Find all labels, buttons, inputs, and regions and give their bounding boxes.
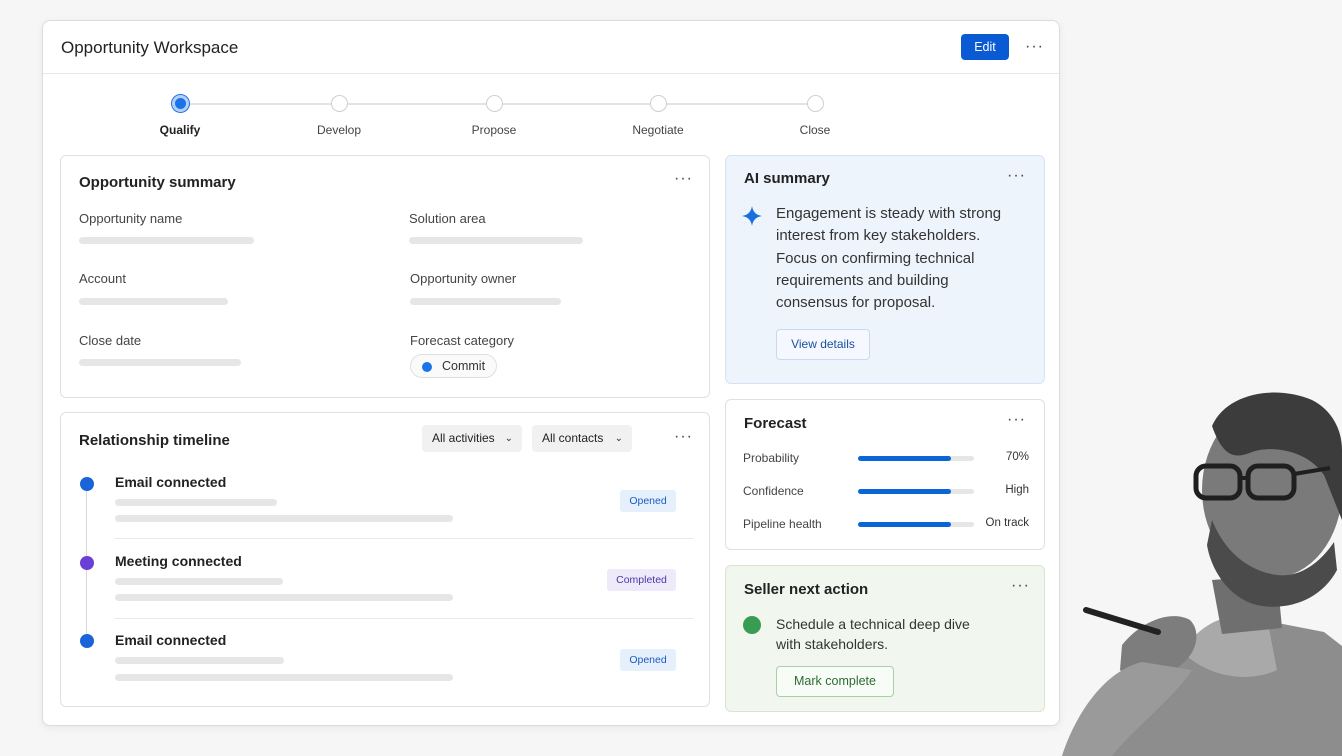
- stage-indicator: [485, 95, 503, 112]
- all-activities-dropdown[interactable]: All activities ⌄: [422, 425, 522, 452]
- page-title: Opportunity Workspace: [61, 38, 239, 57]
- more-options-icon[interactable]: ···: [1025, 39, 1044, 55]
- field-label-forecast-category: Forecast category: [410, 333, 515, 348]
- stage-label: Develop: [316, 123, 362, 137]
- stage-develop[interactable]: Develop: [279, 95, 399, 137]
- forecast-row-probability: Probability 70%: [743, 451, 1029, 467]
- placeholder-bar: [115, 674, 453, 681]
- more-options-icon[interactable]: ···: [1007, 412, 1026, 428]
- opportunity-summary-card: Opportunity summary ··· Opportunity name…: [60, 155, 710, 398]
- status-badge: Opened: [620, 490, 676, 512]
- forecast-row-label: Pipeline health: [743, 517, 822, 531]
- card-title: Seller next action: [744, 581, 869, 598]
- timeline-item-title: Meeting connected: [115, 553, 242, 569]
- status-dot-icon: [422, 362, 432, 372]
- field-label-account: Account: [79, 271, 126, 286]
- forecast-row-pipeline-health: Pipeline health On track: [743, 517, 1029, 533]
- dropdown-label: All activities: [432, 431, 495, 445]
- divider: [115, 538, 693, 539]
- stage-label: Negotiate: [632, 123, 684, 137]
- field-label-opportunity-owner: Opportunity owner: [410, 271, 517, 286]
- ai-summary-card: AI summary ··· Engagement is steady with…: [725, 155, 1045, 384]
- forecast-row-label: Confidence: [743, 484, 804, 498]
- status-dot-icon: [743, 616, 761, 634]
- placeholder-bar: [115, 499, 277, 506]
- stage-indicator: [649, 95, 667, 112]
- timeline-dot-icon: [80, 634, 94, 648]
- stage-negotiate[interactable]: Negotiate: [598, 95, 718, 137]
- progress-fill: [858, 489, 951, 494]
- forecast-card: Forecast ··· Probability 70% Confidence …: [725, 399, 1045, 550]
- timeline-item-title: Email connected: [115, 632, 227, 648]
- chevron-down-icon: ⌄: [504, 433, 513, 444]
- card-title: Opportunity summary: [79, 174, 236, 191]
- forecast-category-pill[interactable]: Commit: [410, 354, 497, 378]
- ai-summary-text: Engagement is steady with strong interes…: [776, 205, 1002, 312]
- progress-fill: [858, 522, 951, 527]
- window-header: Opportunity Workspace Edit ···: [43, 21, 1059, 74]
- placeholder-bar: [115, 578, 283, 585]
- relationship-timeline-card: Relationship timeline All activities ⌄ A…: [60, 412, 710, 707]
- edit-button[interactable]: Edit: [961, 34, 1009, 60]
- field-label-solution-area: Solution area: [409, 211, 486, 226]
- placeholder-bar: [410, 298, 561, 305]
- opportunity-workspace-window: Opportunity Workspace Edit ··· Qualify D…: [42, 20, 1060, 726]
- dropdown-label: All contacts: [542, 431, 604, 445]
- timeline-item-title: Email connected: [115, 474, 227, 490]
- placeholder-bar: [79, 237, 254, 244]
- timeline-dot-icon: [80, 556, 94, 570]
- card-title: AI summary: [744, 170, 830, 187]
- forecast-row-label: Probability: [743, 451, 800, 465]
- status-badge: Opened: [620, 649, 676, 671]
- stage-close[interactable]: Close: [755, 95, 875, 137]
- timeline-dot-icon: [80, 477, 94, 491]
- stage-indicator: [330, 95, 348, 112]
- placeholder-bar: [115, 657, 284, 664]
- forecast-row-value: On track: [985, 517, 1029, 529]
- card-title: Relationship timeline: [79, 432, 230, 449]
- field-label-close-date: Close date: [79, 333, 142, 348]
- more-options-icon[interactable]: ···: [674, 171, 693, 187]
- progress-track: [858, 456, 974, 461]
- placeholder-bar: [79, 298, 228, 305]
- stage-label: Close: [799, 123, 831, 137]
- stage-label: Propose: [471, 123, 517, 137]
- placeholder-bar: [79, 359, 241, 366]
- seller-next-action-card: Seller next action ··· Schedule a techni…: [725, 565, 1045, 712]
- sparkle-icon: [742, 206, 762, 226]
- forecast-row-confidence: Confidence High: [743, 484, 1029, 500]
- all-contacts-dropdown[interactable]: All contacts ⌄: [532, 425, 632, 452]
- stage-label: Qualify: [159, 123, 201, 137]
- divider: [115, 618, 693, 619]
- forecast-row-value: 70%: [1005, 451, 1029, 463]
- card-title: Forecast: [744, 415, 807, 432]
- stage-stepper: Qualify Develop Propose Negotiate Close: [43, 74, 1059, 158]
- progress-track: [858, 522, 974, 527]
- placeholder-bar: [115, 594, 453, 601]
- view-details-button[interactable]: View details: [776, 329, 870, 360]
- forecast-row-value: High: [1005, 484, 1029, 496]
- more-options-icon[interactable]: ···: [1011, 578, 1030, 594]
- stage-indicator: [806, 95, 824, 112]
- more-options-icon[interactable]: ···: [674, 429, 693, 445]
- stage-indicator: [171, 95, 189, 112]
- stage-qualify[interactable]: Qualify: [120, 95, 240, 137]
- status-badge: Completed: [607, 569, 676, 591]
- placeholder-bar: [115, 515, 453, 522]
- more-options-icon[interactable]: ···: [1007, 168, 1026, 184]
- chevron-down-icon: ⌄: [614, 433, 623, 444]
- stage-propose[interactable]: Propose: [434, 95, 554, 137]
- person-photo: [1062, 392, 1342, 756]
- field-label-opportunity-name: Opportunity name: [79, 211, 183, 226]
- next-action-text: Schedule a technical deep dive with stak…: [776, 616, 970, 652]
- progress-fill: [858, 456, 951, 461]
- forecast-category-value: Commit: [442, 359, 486, 373]
- progress-track: [858, 489, 974, 494]
- placeholder-bar: [409, 237, 583, 244]
- mark-complete-button[interactable]: Mark complete: [776, 666, 894, 697]
